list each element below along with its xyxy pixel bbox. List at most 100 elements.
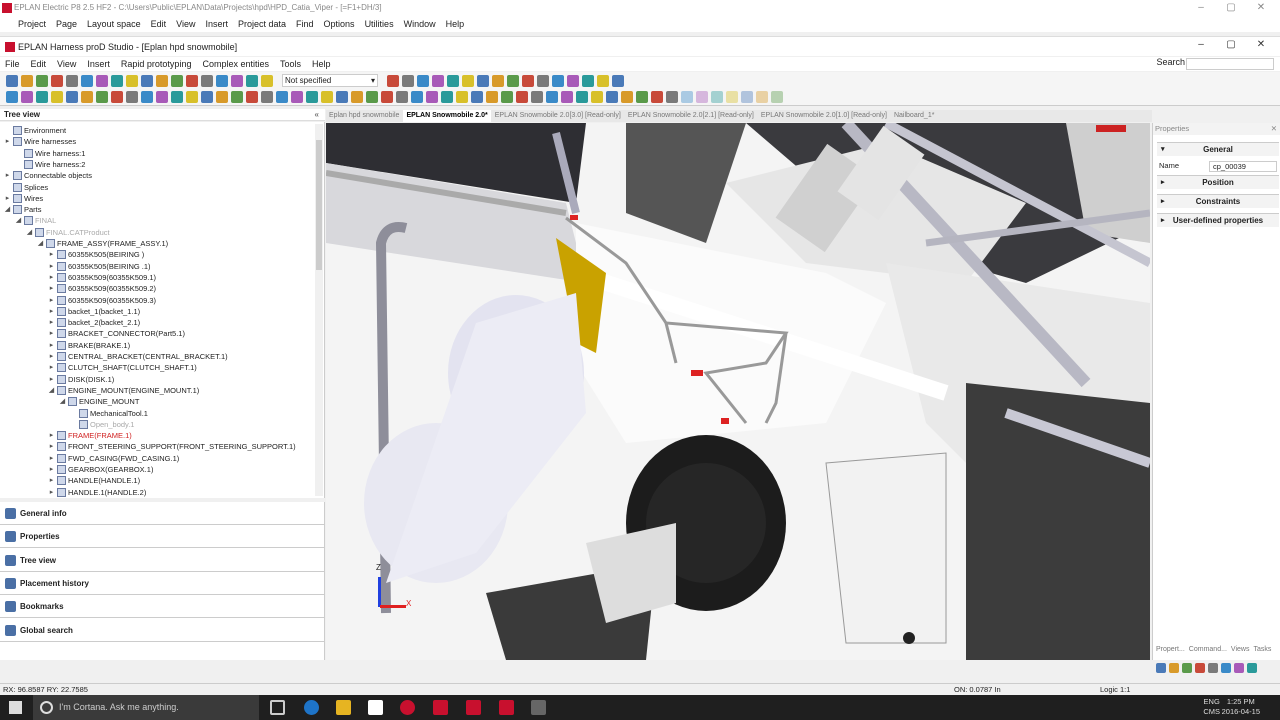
toolbar-button-icon[interactable] bbox=[36, 91, 48, 103]
inner-menu-item[interactable]: View bbox=[57, 59, 76, 69]
toolbar-button-icon[interactable] bbox=[402, 74, 414, 87]
view-tool-icon[interactable] bbox=[1195, 662, 1205, 673]
tree-expand-icon[interactable]: ◢ bbox=[4, 204, 11, 215]
system-clock[interactable]: 1:25 PM 2016-04-15 bbox=[1222, 697, 1260, 717]
toolbar-button-icon[interactable] bbox=[231, 74, 243, 87]
tree-item[interactable]: ▸ DISK(DISK.1) bbox=[48, 374, 114, 385]
name-field[interactable]: cp_00039 bbox=[1209, 161, 1277, 172]
tree-item[interactable]: ▸ GEARBOX(GEARBOX.1) bbox=[48, 464, 153, 475]
view-tool-icon[interactable] bbox=[1234, 662, 1244, 673]
tree-expand-icon[interactable]: ◢ bbox=[37, 238, 44, 249]
inner-menu-item[interactable]: Insert bbox=[87, 59, 110, 69]
toolbar-button-icon[interactable] bbox=[156, 91, 168, 103]
toolbar-button-icon[interactable] bbox=[591, 91, 603, 103]
tree-item[interactable]: ▸ BRACKET_CONNECTOR(Part5.1) bbox=[48, 328, 185, 339]
toolbar-button-icon[interactable] bbox=[51, 91, 63, 103]
tree-expand-icon[interactable]: ◢ bbox=[26, 227, 33, 238]
nav-button[interactable]: Bookmarks bbox=[0, 595, 325, 619]
tree-expand-icon[interactable]: ▸ bbox=[48, 295, 55, 306]
toolbar-button-icon[interactable] bbox=[276, 91, 288, 103]
toolbar-button-icon[interactable] bbox=[396, 91, 408, 103]
tree-expand-icon[interactable]: ▸ bbox=[48, 374, 55, 385]
tree-expand-icon[interactable]: ▸ bbox=[48, 249, 55, 260]
toolbar-button-icon[interactable] bbox=[6, 91, 18, 103]
tree-item[interactable]: ▸ HANDLE.1(HANDLE.2) bbox=[48, 487, 146, 498]
inner-menu-item[interactable]: Help bbox=[312, 59, 331, 69]
tree-item[interactable]: ▸ CENTRAL_BRACKET(CENTRAL_BRACKET.1) bbox=[48, 351, 228, 362]
tree-expand-icon[interactable]: ◢ bbox=[15, 215, 22, 226]
document-tab[interactable]: EPLAN Snowmobile 2.0[1.0] [Read-only] bbox=[758, 110, 890, 122]
toolbar-button-icon[interactable] bbox=[516, 91, 528, 103]
toolbar-button-icon[interactable] bbox=[216, 91, 228, 103]
toolbar-button-icon[interactable] bbox=[537, 74, 549, 87]
windows-start-icon[interactable] bbox=[9, 701, 22, 714]
prop-section-general[interactable]: ▾ General bbox=[1157, 142, 1279, 156]
view-tool-icon[interactable] bbox=[1156, 662, 1166, 673]
tree-item[interactable]: ▸ FRONT_STEERING_SUPPORT(FRONT_STEERING_S… bbox=[48, 441, 296, 452]
panel-close-icon[interactable]: ✕ bbox=[1271, 123, 1277, 135]
outer-menu-item[interactable]: Edit bbox=[151, 19, 167, 29]
properties-bottom-tab[interactable]: Views bbox=[1231, 646, 1250, 653]
app-eplan-pdf-icon[interactable] bbox=[433, 700, 448, 715]
toolbar-button-icon[interactable] bbox=[441, 91, 453, 103]
cortana-search-box[interactable]: I'm Cortana. Ask me anything. bbox=[33, 695, 259, 720]
tree-item[interactable]: ▸ backet_1(backet_1.1) bbox=[48, 306, 140, 317]
tree-item[interactable]: ▸ 60355K509(60355K509.3) bbox=[48, 295, 156, 306]
tree-expand-icon[interactable]: ▸ bbox=[48, 464, 55, 475]
toolbar-button-icon[interactable] bbox=[351, 91, 363, 103]
toolbar-button-icon[interactable] bbox=[66, 74, 78, 87]
tree-expand-icon[interactable]: ▸ bbox=[48, 475, 55, 486]
inner-menu-item[interactable]: Edit bbox=[31, 59, 47, 69]
toolbar-button-icon[interactable] bbox=[486, 91, 498, 103]
toolbar-button-icon[interactable] bbox=[246, 91, 258, 103]
tree-item[interactable]: Open_body.1 bbox=[70, 419, 134, 430]
snowmobile-3d-model[interactable] bbox=[326, 123, 1150, 660]
tree-expand-icon[interactable]: ▸ bbox=[4, 193, 11, 204]
nav-button[interactable]: Global search bbox=[0, 619, 325, 642]
tree-expand-icon[interactable]: ▸ bbox=[48, 340, 55, 351]
toolbar-button-icon[interactable] bbox=[567, 74, 579, 87]
toolbar-button-icon[interactable] bbox=[531, 91, 543, 103]
toolbar-button-icon[interactable] bbox=[696, 91, 708, 103]
tree-item[interactable]: ◢ Parts bbox=[4, 204, 42, 215]
tree-item[interactable]: ▸ 60355K505(BEIRING .1) bbox=[48, 261, 151, 272]
tree-item[interactable]: Wire harness:2 bbox=[15, 159, 85, 170]
toolbar-button-icon[interactable] bbox=[171, 91, 183, 103]
toolbar-button-icon[interactable] bbox=[156, 74, 168, 87]
toolbar-button-icon[interactable] bbox=[216, 74, 228, 87]
tree-item[interactable]: ◢ FINAL bbox=[15, 215, 56, 226]
outer-menu-item[interactable]: Window bbox=[404, 19, 436, 29]
toolbar-button-icon[interactable] bbox=[462, 74, 474, 87]
nav-button[interactable]: General info bbox=[0, 502, 325, 525]
nav-button[interactable]: Tree view bbox=[0, 549, 325, 572]
toolbar-button-icon[interactable] bbox=[447, 74, 459, 87]
outer-menu-item[interactable]: View bbox=[176, 19, 195, 29]
task-view-icon[interactable] bbox=[270, 700, 285, 715]
toolbar-button-icon[interactable] bbox=[81, 74, 93, 87]
tree-item[interactable]: ▸ HANDLE(HANDLE.1) bbox=[48, 475, 140, 486]
toolbar-button-icon[interactable] bbox=[492, 74, 504, 87]
maximize-icon[interactable]: ▢ bbox=[1216, 0, 1246, 16]
view-tool-icon[interactable] bbox=[1169, 662, 1179, 673]
outer-menu-item[interactable]: Help bbox=[446, 19, 465, 29]
toolbar-button-icon[interactable] bbox=[306, 91, 318, 103]
inner-maximize-icon[interactable]: ▢ bbox=[1216, 37, 1246, 53]
outer-menu-item[interactable]: Options bbox=[324, 19, 355, 29]
toolbar-button-icon[interactable] bbox=[111, 91, 123, 103]
tree-scroll-thumb[interactable] bbox=[316, 140, 322, 270]
toolbar-button-icon[interactable] bbox=[561, 91, 573, 103]
toolbar-button-icon[interactable] bbox=[456, 91, 468, 103]
document-tab[interactable]: EPLAN Snowmobile 2.0[2.1] [Read-only] bbox=[625, 110, 757, 122]
tree-item[interactable]: ◢ ENGINE_MOUNT(ENGINE_MOUNT.1) bbox=[48, 385, 199, 396]
toolbar-button-icon[interactable] bbox=[96, 74, 108, 87]
toolbar-button-icon[interactable] bbox=[501, 91, 513, 103]
minimize-icon[interactable]: – bbox=[1186, 0, 1216, 16]
tree-expand-icon[interactable]: ▸ bbox=[48, 306, 55, 317]
outer-menu-item[interactable]: Find bbox=[296, 19, 314, 29]
toolbar-button-icon[interactable] bbox=[21, 74, 33, 87]
inner-menu-item[interactable]: Rapid prototyping bbox=[121, 59, 192, 69]
toolbar-button-icon[interactable] bbox=[666, 91, 678, 103]
toolbar-button-icon[interactable] bbox=[756, 91, 768, 103]
tree-item[interactable]: ▸ Connectable objects bbox=[4, 170, 92, 181]
toolbar-button-icon[interactable] bbox=[432, 74, 444, 87]
